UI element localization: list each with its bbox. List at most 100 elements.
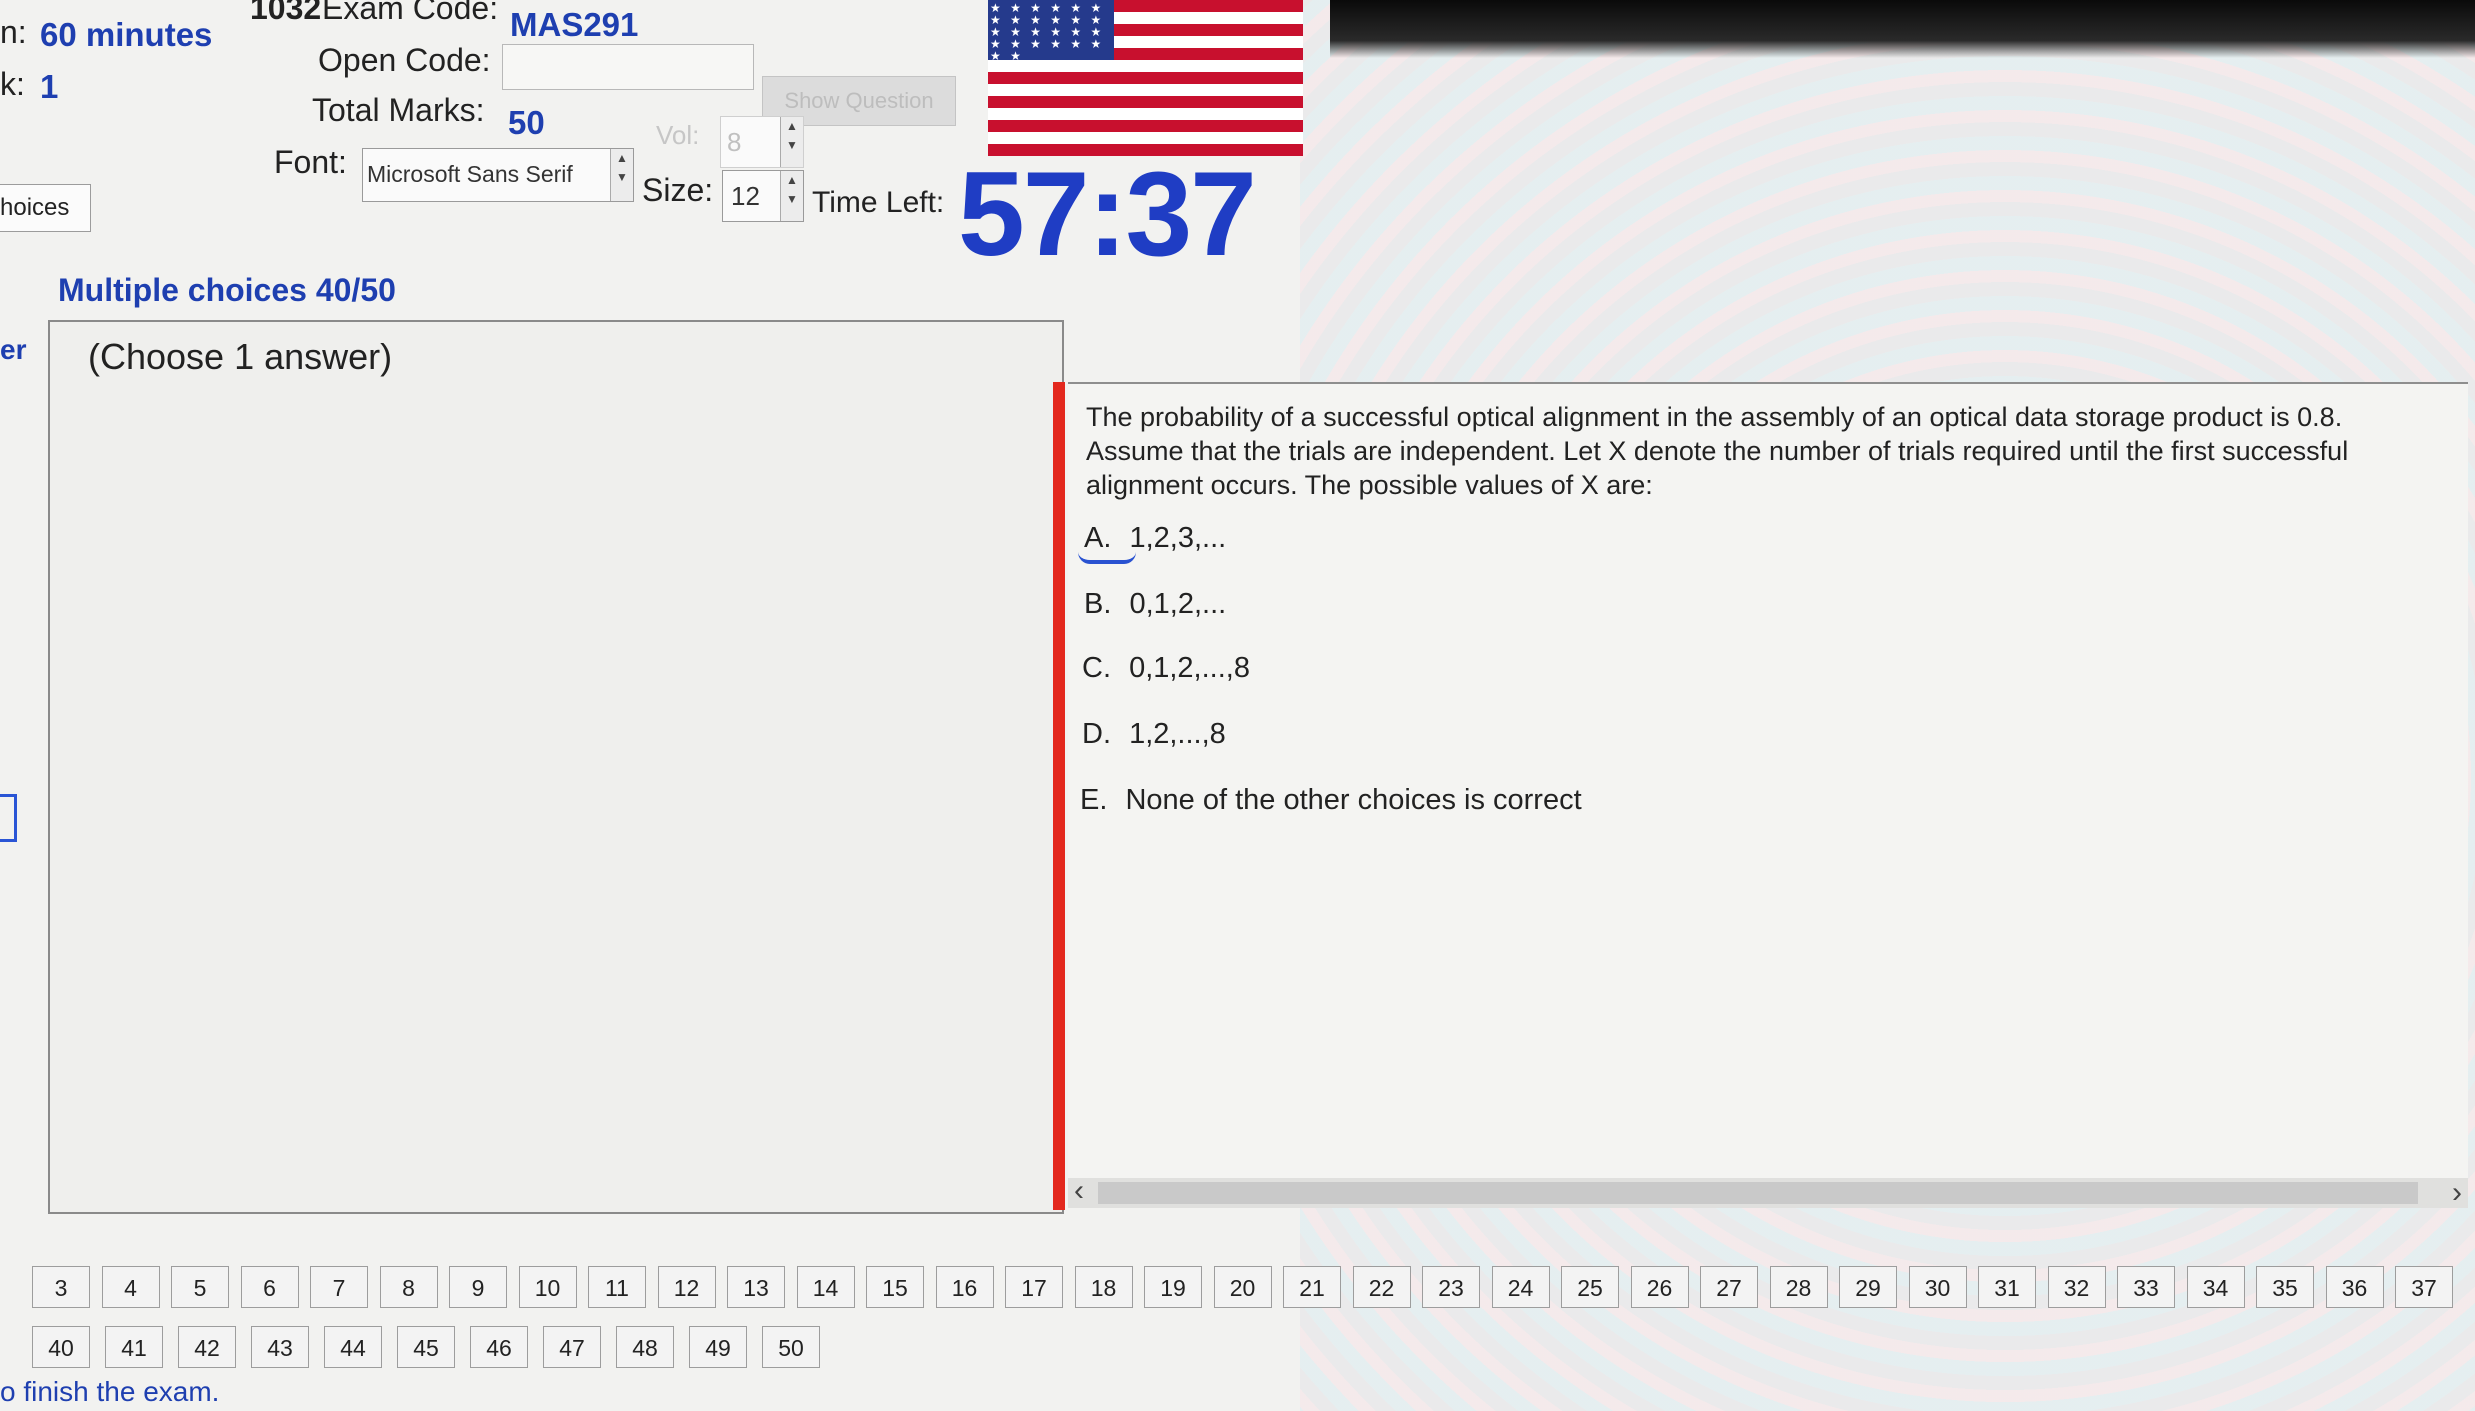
- question-line-1: The probability of a successful optical …: [1086, 402, 2343, 432]
- question-nav-button[interactable]: 8: [379, 1266, 438, 1308]
- block-value: 1: [40, 68, 59, 105]
- question-nav-button[interactable]: 48: [616, 1326, 674, 1368]
- question-nav-button[interactable]: 46: [470, 1326, 528, 1368]
- question-nav-button[interactable]: 24: [1491, 1266, 1550, 1308]
- choice-letter: E.: [1080, 784, 1108, 816]
- choice-e[interactable]: E. None of the other choices is correct: [1080, 784, 1582, 817]
- choice-letter: B.: [1084, 588, 1112, 620]
- question-nav-button[interactable]: 18: [1074, 1266, 1133, 1308]
- question-nav-button[interactable]: 22: [1352, 1266, 1411, 1308]
- question-nav-button[interactable]: 11: [588, 1266, 646, 1308]
- pen-annotation-mark: [1078, 552, 1136, 564]
- question-nav-button[interactable]: 3: [32, 1266, 90, 1308]
- question-nav-button[interactable]: 27: [1700, 1266, 1758, 1308]
- tab-multiple-choices[interactable]: hoices: [0, 184, 91, 232]
- answer-panel[interactable]: [48, 320, 1064, 1214]
- question-nav-button[interactable]: 32: [2047, 1266, 2106, 1308]
- duration-label: n:: [0, 14, 27, 50]
- question-nav-button[interactable]: 35: [2256, 1266, 2314, 1308]
- question-nav-button[interactable]: 29: [1839, 1266, 1897, 1308]
- us-flag-icon: ★ ★ ★ ★ ★ ★ ★ ★ ★ ★ ★ ★ ★ ★ ★ ★ ★ ★ ★ ★ …: [988, 0, 1303, 156]
- countdown-timer: 57:37: [958, 147, 1257, 281]
- choice-letter: A.: [1084, 522, 1112, 554]
- size-spinner-arrows-icon[interactable]: ▲ ▼: [780, 171, 803, 221]
- open-code-label: Open Code:: [318, 42, 491, 78]
- choice-a[interactable]: A. 1,2,3,...: [1084, 522, 1226, 555]
- exam-code-value: MAS291: [510, 6, 639, 43]
- question-nav-button[interactable]: 14: [796, 1266, 855, 1308]
- answer-side-label: er: [0, 334, 27, 365]
- question-nav-button[interactable]: 37: [2395, 1266, 2453, 1308]
- question-nav-button[interactable]: 33: [2117, 1266, 2175, 1308]
- choice-b[interactable]: B. 0,1,2,...: [1084, 588, 1226, 621]
- vol-spinner[interactable]: 8 ▲ ▼: [720, 116, 804, 168]
- question-horizontal-scrollbar[interactable]: ‹ ›: [1068, 1174, 2468, 1210]
- question-nav-button[interactable]: 41: [105, 1326, 163, 1368]
- vol-value: 8: [727, 127, 742, 157]
- question-nav-button[interactable]: 17: [1005, 1266, 1063, 1308]
- question-nav-button[interactable]: 6: [240, 1266, 299, 1308]
- scrollbar-thumb[interactable]: [1098, 1182, 2418, 1204]
- question-nav-button[interactable]: 42: [178, 1326, 236, 1368]
- choice-letter: D.: [1082, 718, 1111, 750]
- scroll-left-icon[interactable]: ‹: [1074, 1174, 1084, 1208]
- question-nav-button[interactable]: 43: [251, 1326, 309, 1368]
- question-nav-button[interactable]: 31: [1978, 1266, 2036, 1308]
- question-nav-button[interactable]: 44: [324, 1326, 382, 1368]
- choice-c[interactable]: C. 0,1,2,...,8: [1082, 652, 1250, 685]
- block-label: k:: [0, 66, 25, 102]
- total-marks-value: 50: [508, 104, 545, 141]
- duration-value: 60 minutes: [40, 16, 213, 53]
- question-nav-button[interactable]: 23: [1422, 1266, 1480, 1308]
- size-spinner[interactable]: 12 ▲ ▼: [722, 170, 804, 222]
- choice-text: 0,1,2,...,8: [1129, 652, 1250, 684]
- question-nav-button[interactable]: 34: [2186, 1266, 2245, 1308]
- question-nav-button[interactable]: 45: [397, 1326, 455, 1368]
- question-nav-button[interactable]: 50: [762, 1326, 820, 1368]
- question-nav-button[interactable]: 4: [101, 1266, 160, 1308]
- choice-text: None of the other choices is correct: [1125, 784, 1582, 816]
- scroll-right-icon[interactable]: ›: [2452, 1176, 2462, 1210]
- choice-text: 1,2,3,...: [1129, 522, 1227, 554]
- exam-code-label: Exam Code:: [322, 0, 499, 26]
- question-nav-button[interactable]: 30: [1908, 1266, 1967, 1308]
- question-nav-button[interactable]: 40: [32, 1326, 90, 1368]
- question-nav-row-1: 3 4 5 6 7 8 9 10 11 12 13 14 15 16 17 18 19 20 21 22 23 24 25 2…: [0, 1266, 2475, 1316]
- font-label: Font:: [274, 144, 347, 180]
- question-nav-button[interactable]: 5: [171, 1266, 229, 1308]
- side-marker: [0, 794, 17, 842]
- question-nav-button[interactable]: 19: [1144, 1266, 1202, 1308]
- question-nav-button[interactable]: 13: [727, 1266, 785, 1308]
- section-title: Multiple choices 40/50: [58, 272, 396, 308]
- question-nav-button[interactable]: 47: [543, 1326, 601, 1368]
- choice-letter: C.: [1082, 652, 1111, 684]
- question-nav-button[interactable]: 10: [518, 1266, 577, 1308]
- question-nav-button[interactable]: 21: [1283, 1266, 1341, 1308]
- question-nav-button[interactable]: 25: [1561, 1266, 1619, 1308]
- question-nav-button[interactable]: 20: [1213, 1266, 1272, 1308]
- question-nav-button[interactable]: 12: [657, 1266, 716, 1308]
- question-line-3: alignment occurs. The possible values of…: [1086, 470, 1653, 500]
- question-nav-button[interactable]: 9: [449, 1266, 507, 1308]
- font-value: Microsoft Sans Serif: [367, 161, 573, 187]
- question-nav-button[interactable]: 49: [689, 1326, 747, 1368]
- finish-instruction: o finish the exam.: [0, 1376, 220, 1407]
- exam-code-prefix: 1032: [250, 0, 322, 26]
- question-nav-button[interactable]: 16: [935, 1266, 994, 1308]
- open-code-input[interactable]: [502, 44, 754, 90]
- question-nav-button[interactable]: 28: [1769, 1266, 1828, 1308]
- spinner-arrows-icon[interactable]: ▲ ▼: [780, 117, 803, 167]
- question-highlight-bar: [1053, 382, 1065, 1210]
- font-select[interactable]: Microsoft Sans Serif ▲ ▼: [362, 148, 634, 202]
- choice-d[interactable]: D. 1,2,...,8: [1082, 718, 1226, 751]
- total-marks-label: Total Marks:: [312, 92, 485, 128]
- vol-label: Vol:: [656, 120, 700, 150]
- choose-hint: (Choose 1 answer): [88, 336, 393, 377]
- question-nav-button[interactable]: 36: [2325, 1266, 2384, 1308]
- time-left-label: Time Left:: [812, 186, 945, 219]
- font-spinner-arrows-icon[interactable]: ▲ ▼: [610, 149, 633, 201]
- question-nav-button[interactable]: 7: [310, 1266, 368, 1308]
- question-nav-button[interactable]: 26: [1630, 1266, 1689, 1308]
- choice-text: 0,1,2,...: [1129, 588, 1227, 620]
- question-nav-button[interactable]: 15: [866, 1266, 924, 1308]
